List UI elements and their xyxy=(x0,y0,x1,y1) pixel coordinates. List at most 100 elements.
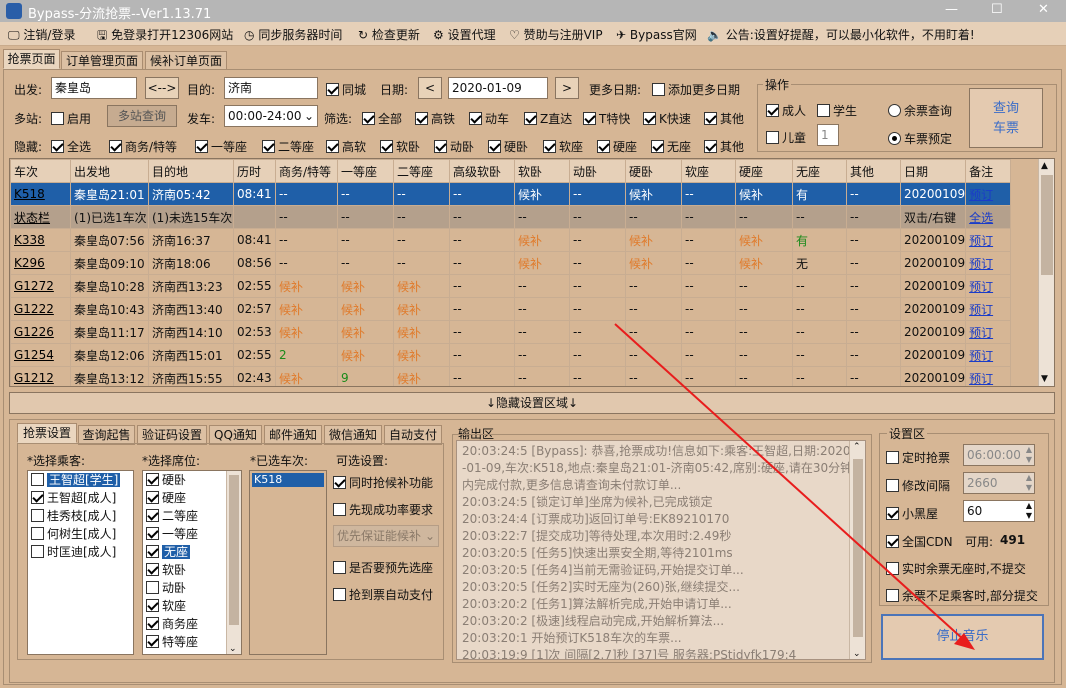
minimize-icon[interactable]: — xyxy=(945,2,958,17)
hide-settings-bar[interactable]: ↓隐藏设置区域↓ xyxy=(9,392,1055,414)
hide-ruanzuo[interactable]: 软座 xyxy=(543,138,583,155)
train-row[interactable]: G1254 秦皇岛12:06 济南西15:01 02:55 2 候补 候补 -- -- -- -- -… xyxy=(10,343,1012,367)
table-scrollbar[interactable]: ▲ ▼ xyxy=(1038,159,1054,386)
train-row[interactable]: G1272 秦皇岛10:28 济南西13:23 02:55 候补 候补 候补 -- -- -- --… xyxy=(10,274,1012,298)
query-tickets-button[interactable]: 查询 车票 xyxy=(969,88,1043,148)
hide-first[interactable]: 一等座 xyxy=(195,138,247,155)
from-input[interactable]: 秦皇岛 xyxy=(51,77,137,99)
train-row[interactable]: K518 秦皇岛21:01 济南05:42 08:41 -- -- -- -- 候补 -- 候补 --… xyxy=(10,182,1012,206)
reserve-radio[interactable]: 车票预定 xyxy=(888,130,952,147)
list-item[interactable]: 王智超[学生] xyxy=(28,471,133,489)
book-link[interactable]: 预订 xyxy=(965,228,1012,252)
hide-gaoruan[interactable]: 高软 xyxy=(326,138,366,155)
col-header[interactable]: 商务/特等 xyxy=(275,159,338,183)
child-checkbox[interactable]: 儿童 xyxy=(766,129,806,146)
seat-scrollbar[interactable]: ⌄ xyxy=(226,471,241,654)
filter-other[interactable]: 其他 xyxy=(704,110,744,127)
hide-yingzuo[interactable]: 硬座 xyxy=(597,138,637,155)
hide-all[interactable]: 全选 xyxy=(51,138,91,155)
table-cell[interactable]: K518 xyxy=(10,182,71,206)
close-icon[interactable]: ✕ xyxy=(1038,2,1049,17)
seat-list[interactable]: 硬卧 硬座 二等座 一等座 无座 软卧 动卧 软座 商务座 特等座 ⌄ xyxy=(142,470,242,655)
filter-dongche[interactable]: 动车 xyxy=(469,110,509,127)
log-scrollbar[interactable]: ⌃ ⌄ xyxy=(849,441,865,659)
list-item[interactable]: 桂秀枝[成人] xyxy=(28,507,133,525)
tab-grab[interactable]: 抢票页面 xyxy=(3,49,60,69)
blackroom-checkbox[interactable]: 小黑屋 xyxy=(886,505,938,522)
child-count-input[interactable]: 1 xyxy=(817,124,839,146)
passenger-list[interactable]: 王智超[学生] 王智超[成人] 桂秀枝[成人] 何树生[成人] 时匡迪[成人] xyxy=(27,470,134,655)
same-city-checkbox[interactable]: 同城 xyxy=(326,81,366,98)
next-date-button[interactable]: > xyxy=(555,77,579,99)
list-item[interactable]: 何树生[成人] xyxy=(28,525,133,543)
table-cell[interactable]: G1226 xyxy=(10,320,71,344)
table-cell[interactable]: G1272 xyxy=(10,274,71,298)
date-input[interactable]: 2020-01-09 xyxy=(448,77,548,99)
student-checkbox[interactable]: 学生 xyxy=(817,102,857,119)
modify-interval-input[interactable]: 2660 ▲ ▼ xyxy=(963,472,1035,494)
book-link[interactable]: 全选 xyxy=(965,205,1012,229)
book-link[interactable]: 预订 xyxy=(965,320,1012,344)
swap-button[interactable]: <--> xyxy=(145,77,179,99)
hide-dongwo[interactable]: 动卧 xyxy=(434,138,474,155)
col-header[interactable]: 软卧 xyxy=(514,159,570,183)
subtab-captcha[interactable]: 验证码设置 xyxy=(137,425,207,445)
col-header[interactable]: 一等座 xyxy=(337,159,394,183)
priority-select[interactable]: 优先保证能候补 ⌄ xyxy=(333,525,439,547)
col-header[interactable]: 动卧 xyxy=(569,159,626,183)
filter-k[interactable]: K快速 xyxy=(643,110,691,127)
partial-submit-checkbox[interactable]: 余票不足乘客时,部分提交 xyxy=(886,587,1038,604)
train-row[interactable]: G1212 秦皇岛13:12 济南西15:55 02:43 候补 9 候补 -- -- -- -- -… xyxy=(10,366,1012,386)
book-link[interactable]: 预订 xyxy=(965,297,1012,321)
train-row[interactable]: K296 秦皇岛09:10 济南18:06 08:56 -- -- -- -- 候补 -- 候补 --… xyxy=(10,251,1012,275)
maximize-icon[interactable]: ☐ xyxy=(991,2,1003,17)
col-header[interactable]: 高级软卧 xyxy=(449,159,515,183)
hide-wuzuo[interactable]: 无座 xyxy=(651,138,691,155)
book-link[interactable]: 预订 xyxy=(965,366,1012,386)
tab-waitlist-orders[interactable]: 候补订单页面 xyxy=(145,51,227,71)
col-header[interactable]: 软座 xyxy=(681,159,736,183)
list-item[interactable]: 王智超[成人] xyxy=(28,489,133,507)
col-header[interactable]: 历时 xyxy=(233,159,276,183)
menu-check-update[interactable]: ↻ 检查更新 xyxy=(358,26,420,43)
col-header[interactable]: 二等座 xyxy=(393,159,450,183)
col-header[interactable]: 无座 xyxy=(792,159,847,183)
train-row[interactable]: G1222 秦皇岛10:43 济南西13:40 02:57 候补 候补 候补 -- -- -- --… xyxy=(10,297,1012,321)
realtime-checkbox[interactable]: 实时余票无座时,不提交 xyxy=(886,560,1026,577)
menu-login[interactable]: 🖵 注销/登录 xyxy=(8,26,75,43)
book-link[interactable]: 预订 xyxy=(965,274,1012,298)
book-link[interactable]: 预订 xyxy=(965,251,1012,275)
hide-other[interactable]: 其他 xyxy=(704,138,744,155)
col-header[interactable]: 日期 xyxy=(899,159,967,183)
col-header[interactable]: 备注 xyxy=(965,159,1012,183)
filter-all[interactable]: 全部 xyxy=(362,110,402,127)
subtab-wechat[interactable]: 微信通知 xyxy=(324,425,382,445)
table-cell[interactable]: G1212 xyxy=(10,366,71,386)
col-header[interactable]: 目的地 xyxy=(148,159,234,183)
add-more-dates-checkbox[interactable]: 添加更多日期 xyxy=(652,81,740,98)
multi-query-button[interactable]: 多站查询 xyxy=(107,105,177,127)
filter-t[interactable]: T特快 xyxy=(583,110,630,127)
cdn-checkbox[interactable]: 全国CDN xyxy=(886,533,953,550)
train-row[interactable]: G1226 秦皇岛11:17 济南西14:10 02:53 候补 候补 候补 -- -- -- --… xyxy=(10,320,1012,344)
selected-trains-list[interactable]: K518 xyxy=(249,470,327,655)
menu-proxy[interactable]: ⚙ 设置代理 xyxy=(433,26,496,43)
selected-train-item[interactable]: K518 xyxy=(252,473,324,487)
menu-sync-time[interactable]: ◷ 同步服务器时间 xyxy=(244,26,342,43)
output-log[interactable]: 20:03:24:5 [Bypass]: 恭喜,抢票成功!信息如下:乘客:王智超… xyxy=(456,440,866,660)
book-link[interactable]: 预订 xyxy=(965,343,1012,367)
table-cell[interactable]: G1254 xyxy=(10,343,71,367)
col-header[interactable]: 硬卧 xyxy=(625,159,682,183)
enable-multi-checkbox[interactable]: 启用 xyxy=(51,110,91,127)
modify-interval-checkbox[interactable]: 修改间隔 xyxy=(886,477,950,494)
subtab-grab-settings[interactable]: 抢票设置 xyxy=(17,423,77,443)
filter-z[interactable]: Z直达 xyxy=(524,110,572,127)
menu-notice[interactable]: 🔈 公告:设置好提醒，可以最小化软件，不用盯着! xyxy=(707,26,975,43)
subtab-qq[interactable]: QQ通知 xyxy=(209,425,262,445)
table-cell[interactable]: K338 xyxy=(10,228,71,252)
train-row[interactable]: K338 秦皇岛07:56 济南16:37 08:41 -- -- -- -- 候补 -- 候补 --… xyxy=(10,228,1012,252)
blackroom-input[interactable]: 60 ▲ ▼ xyxy=(963,500,1035,522)
subtab-email[interactable]: 邮件通知 xyxy=(264,425,322,445)
menu-vip[interactable]: ♡ 赞助与注册VIP xyxy=(509,26,603,43)
adult-checkbox[interactable]: 成人 xyxy=(766,102,806,119)
